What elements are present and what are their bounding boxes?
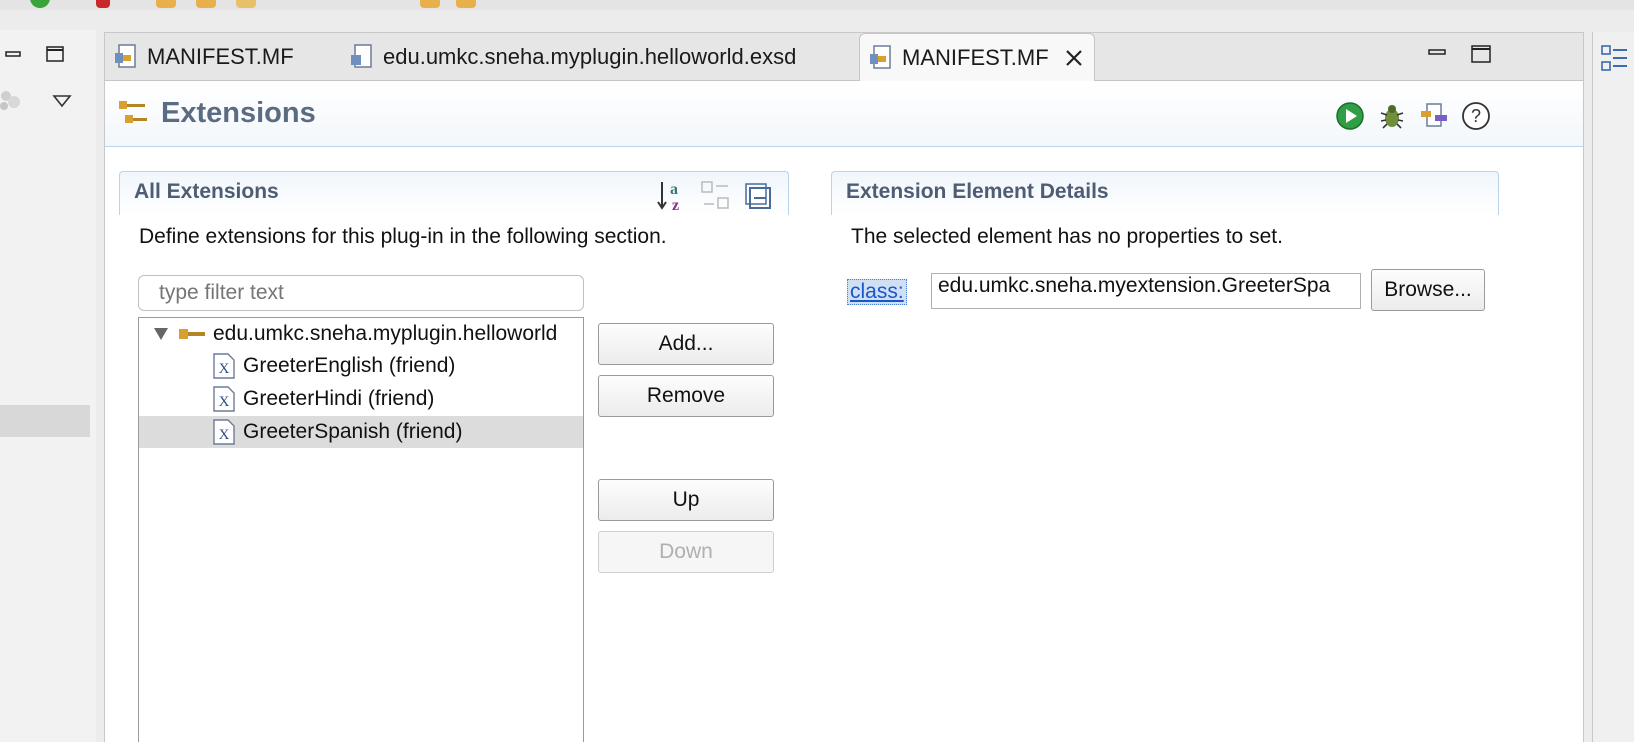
plugin-manifest-icon: [870, 44, 891, 69]
toggle-layout-icon[interactable]: [700, 180, 732, 212]
tree-child-node[interactable]: X GreeterEnglish (friend): [139, 350, 583, 382]
export-plugin-icon[interactable]: [1419, 101, 1449, 131]
extension-element-icon: X: [213, 419, 235, 445]
tree-child-node[interactable]: X GreeterHindi (friend): [139, 383, 583, 415]
tab-label: MANIFEST.MF: [902, 44, 1049, 70]
sort-alpha-icon[interactable]: az: [656, 178, 690, 212]
maximize-icon[interactable]: [1471, 45, 1491, 63]
collapse-all-icon[interactable]: [744, 182, 774, 212]
right-trim-bar: [1592, 32, 1634, 742]
remove-button[interactable]: Remove: [598, 375, 774, 417]
back-icon[interactable]: [420, 0, 440, 8]
cluster-icon: [0, 91, 20, 110]
all-extensions-description: Define extensions for this plug-in in th…: [139, 225, 667, 248]
save-icon[interactable]: [96, 0, 110, 8]
svg-text:X: X: [219, 361, 230, 377]
svg-text:z: z: [672, 197, 679, 212]
extensions-icon: [119, 101, 147, 123]
extension-point-icon: [179, 329, 205, 339]
svg-text:a: a: [670, 181, 678, 198]
tab-manifest-active[interactable]: MANIFEST.MF: [859, 33, 1095, 82]
section-title: All Extensions: [134, 180, 279, 203]
all-extensions-section: All Extensions az: [119, 171, 789, 215]
class-field[interactable]: edu.umkc.sneha.myextension.GreeterSpa: [931, 273, 1361, 309]
extension-element-icon: X: [213, 353, 235, 379]
outline-view-icon[interactable]: [1601, 44, 1627, 74]
new-wizard-icon[interactable]: [236, 0, 256, 8]
section-title: Extension Element Details: [846, 180, 1109, 203]
browse-button[interactable]: Browse...: [1371, 269, 1485, 311]
open-file-icon[interactable]: [196, 0, 216, 8]
help-icon[interactable]: ?: [1461, 101, 1491, 131]
schema-file-icon: [351, 44, 372, 68]
tree-root-node[interactable]: edu.umkc.sneha.myplugin.helloworld: [139, 318, 583, 350]
tree-node-label: GreeterEnglish (friend): [243, 354, 456, 377]
maximize-icon[interactable]: [46, 46, 64, 62]
left-view-selected-row[interactable]: [0, 405, 90, 437]
open-folder-icon[interactable]: [156, 0, 176, 8]
extension-element-icon: X: [213, 386, 235, 412]
tab-label: MANIFEST.MF: [147, 44, 294, 69]
forward-icon[interactable]: [456, 0, 476, 8]
run-icon[interactable]: [30, 0, 50, 8]
tab-manifest-1[interactable]: MANIFEST.MF: [105, 33, 345, 81]
manifest-editor: MANIFEST.MF edu.umkc.sneha.myplugin.hell…: [104, 32, 1584, 742]
svg-text:?: ?: [1471, 106, 1481, 126]
details-description: The selected element has no properties t…: [851, 225, 1283, 248]
up-button[interactable]: Up: [598, 479, 774, 521]
extension-element-details-section: Extension Element Details: [831, 171, 1499, 215]
tree-child-node-selected[interactable]: X GreeterSpanish (friend): [139, 416, 583, 448]
plugin-manifest-icon: [115, 44, 136, 68]
run-icon[interactable]: [1335, 101, 1365, 131]
tab-label: edu.umkc.sneha.myplugin.helloworld.exsd: [383, 44, 797, 69]
main-toolbar: [0, 0, 1634, 10]
minimize-icon[interactable]: [4, 46, 22, 62]
form-header: Extensions ?: [105, 81, 1583, 147]
expand-arrow-icon[interactable]: [153, 327, 169, 341]
svg-text:X: X: [219, 427, 230, 443]
close-icon[interactable]: [1063, 47, 1085, 69]
minimize-icon[interactable]: [1427, 45, 1447, 61]
debug-icon[interactable]: [1377, 101, 1407, 131]
tree-node-label: GreeterSpanish (friend): [243, 420, 463, 443]
tree-node-label: GreeterHindi (friend): [243, 387, 435, 410]
down-button[interactable]: Down: [598, 531, 774, 573]
tree-node-label: edu.umkc.sneha.myplugin.helloworld: [213, 322, 558, 345]
tab-exsd[interactable]: edu.umkc.sneha.myplugin.helloworld.exsd: [341, 33, 851, 81]
view-menu-icon[interactable]: [52, 94, 72, 108]
left-view-panel: [0, 30, 96, 742]
svg-text:X: X: [219, 394, 230, 410]
class-link[interactable]: class:: [847, 279, 907, 305]
editor-tab-bar: MANIFEST.MF edu.umkc.sneha.myplugin.hell…: [105, 33, 1583, 82]
extensions-tree[interactable]: edu.umkc.sneha.myplugin.helloworld X Gre…: [138, 317, 584, 742]
page-title: Extensions: [161, 97, 316, 129]
add-button[interactable]: Add...: [598, 323, 774, 365]
filter-input[interactable]: [138, 275, 584, 311]
